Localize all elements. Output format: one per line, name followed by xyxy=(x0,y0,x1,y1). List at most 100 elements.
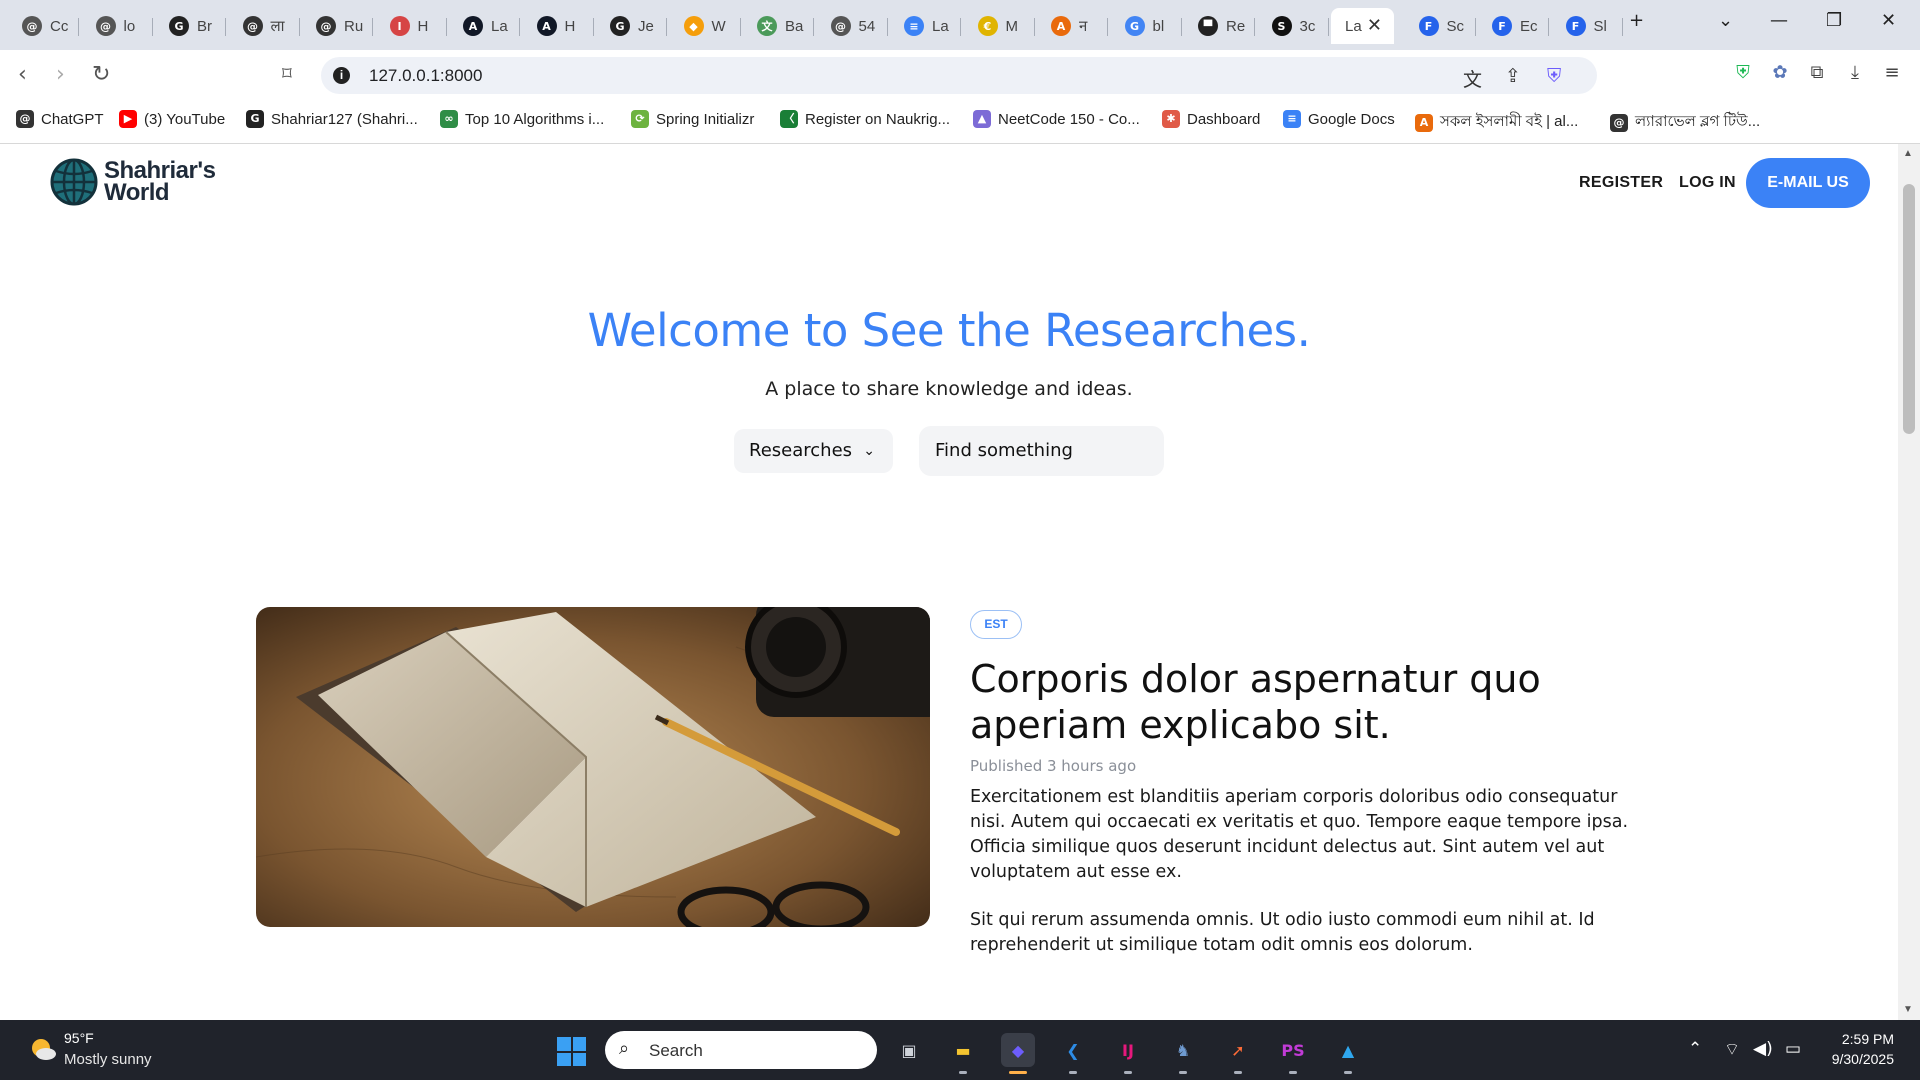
file-explorer-icon[interactable]: ▬ xyxy=(946,1033,980,1067)
browser-tab[interactable]: G Br xyxy=(155,8,226,44)
youtube-icon: ▶ xyxy=(119,110,137,128)
site-logo[interactable]: Shahriar's World xyxy=(50,158,216,206)
bookmark-item[interactable]: G Shahriar127 (Shahri... xyxy=(246,110,418,128)
back-button[interactable]: ‹ xyxy=(18,62,27,87)
browser-tab[interactable]: La ✕ xyxy=(1331,8,1394,44)
shield-extension-icon[interactable]: ⛨ xyxy=(1547,65,1561,87)
tab-separator xyxy=(1548,18,1549,36)
globe-logo-icon xyxy=(50,158,98,206)
printer-icon: ▀ xyxy=(1198,16,1218,36)
bookmark-item[interactable]: @ ল্যারাভেল ব্লগ টিউ... xyxy=(1610,110,1760,135)
extensions-icon[interactable]: ⧉ xyxy=(1806,62,1828,84)
docs-icon: ≡ xyxy=(904,16,924,36)
battery-icon[interactable]: ▭ xyxy=(1785,1039,1801,1059)
bookmark-label: Register on Naukrig... xyxy=(805,110,951,128)
windows-start-icon[interactable] xyxy=(557,1037,586,1066)
browser-tab[interactable]: AH xyxy=(523,8,594,44)
browser-tab[interactable]: @ Cc xyxy=(8,8,79,44)
page-scrollbar[interactable]: ▲ ▼ xyxy=(1898,144,1920,1020)
a-icon: A xyxy=(1051,16,1071,36)
scroll-down-arrow-icon[interactable]: ▼ xyxy=(1903,1004,1913,1015)
email-us-button[interactable]: E-MAIL US xyxy=(1746,158,1870,208)
translate-icon[interactable]: 文 xyxy=(1463,65,1482,92)
tab-separator xyxy=(78,18,79,36)
register-link[interactable]: REGISTER xyxy=(1579,174,1663,192)
sun-cloud-icon[interactable] xyxy=(28,1034,58,1064)
shield-browser-icon[interactable]: ◆ xyxy=(1001,1033,1035,1067)
show-hidden-icons-chevron-icon[interactable]: ⌃ xyxy=(1688,1039,1702,1059)
tab-separator xyxy=(1107,18,1108,36)
adblock-extension-icon[interactable]: ⛨ xyxy=(1732,62,1754,84)
running-indicator xyxy=(1124,1071,1132,1074)
browser-tab[interactable]: @ lo xyxy=(82,8,153,44)
scrollbar-thumb[interactable] xyxy=(1903,184,1915,434)
post-title[interactable]: Corporis dolor aspernatur quo aperiam ex… xyxy=(970,656,1590,748)
browser-tab[interactable]: @ ला xyxy=(229,8,300,44)
phpstorm-icon[interactable]: PS xyxy=(1276,1033,1310,1067)
browser-tab[interactable]: F Ec xyxy=(1478,8,1549,44)
login-link[interactable]: LOG IN xyxy=(1679,174,1736,192)
restore-button[interactable]: ❐ xyxy=(1826,10,1842,31)
menu-icon[interactable]: ≡ xyxy=(1881,62,1903,84)
browser-tab[interactable]: ≡ La xyxy=(890,8,961,44)
system-clock[interactable]: 2:59 PM 9/30/2025 xyxy=(1832,1029,1894,1069)
openai-icon: @ xyxy=(95,16,116,36)
reload-button[interactable]: ↻ xyxy=(92,62,110,87)
settings-extension-icon[interactable]: ✿ xyxy=(1769,62,1791,84)
browser-tab[interactable]: S 3c xyxy=(1258,8,1329,44)
task-view-icon[interactable]: ▣ xyxy=(892,1033,926,1067)
address-bar[interactable]: i 127.0.0.1:8000 文 ⇪ ⛨ xyxy=(321,57,1597,94)
browser-tab[interactable]: ◆ W xyxy=(670,8,741,44)
browser-tab[interactable]: 文 Ba xyxy=(743,8,814,44)
new-tab-button[interactable]: + xyxy=(1629,10,1644,31)
postman-icon[interactable]: ➚ xyxy=(1221,1033,1255,1067)
bookmark-item[interactable]: 〈 Register on Naukrig... xyxy=(780,110,950,128)
vscode-icon[interactable]: ❮ xyxy=(1056,1033,1090,1067)
url-text: 127.0.0.1:8000 xyxy=(369,66,483,85)
bookmark-item[interactable]: ▶ (3) YouTube xyxy=(119,110,225,128)
browser-tab[interactable]: Gbl xyxy=(1111,8,1182,44)
browser-tab[interactable]: @54 xyxy=(817,8,888,44)
openai-icon: @ xyxy=(22,16,42,36)
post-image[interactable] xyxy=(256,607,930,927)
bookmark-item[interactable]: ∞ Top 10 Algorithms i... xyxy=(440,110,604,128)
photos-icon[interactable]: ▲ xyxy=(1331,1033,1365,1067)
scroll-up-arrow-icon[interactable]: ▲ xyxy=(1903,148,1913,159)
wifi-icon[interactable]: ⌔ xyxy=(1724,1039,1740,1060)
tab-separator xyxy=(960,18,961,36)
close-tab-icon[interactable]: ✕ xyxy=(1367,15,1382,36)
browser-tab[interactable]: @ Ru xyxy=(302,8,373,44)
browser-tab[interactable]: F Sc xyxy=(1405,8,1476,44)
bookmark-item[interactable]: A সকল ইসলামী বই | al... xyxy=(1415,110,1578,135)
category-select[interactable]: Researches ⌄ xyxy=(734,429,893,473)
intellij-icon[interactable]: IJ xyxy=(1111,1033,1145,1067)
postgres-icon[interactable]: ♞ xyxy=(1166,1033,1200,1067)
taskbar-search[interactable]: ⌕ Search xyxy=(605,1031,877,1069)
bookmark-item[interactable]: @ ChatGPT xyxy=(16,110,104,128)
browser-tab[interactable]: G Je xyxy=(596,8,667,44)
atcoder-icon: A xyxy=(463,16,483,36)
bookmark-item[interactable]: ⟳ Spring Initializr xyxy=(631,110,754,128)
browser-tab[interactable]: € M xyxy=(964,8,1035,44)
weather-description[interactable]: Mostly sunny xyxy=(64,1051,152,1068)
volume-icon[interactable]: ◀) xyxy=(1753,1039,1773,1059)
category-badge[interactable]: EST xyxy=(970,610,1022,639)
close-window-button[interactable]: ✕ xyxy=(1881,10,1896,31)
bookmark-item[interactable]: ▲ NeetCode 150 - Co... xyxy=(973,110,1140,128)
browser-tab[interactable]: Aन xyxy=(1037,8,1108,44)
browser-tab[interactable]: ▀ Re xyxy=(1184,8,1255,44)
forward-button[interactable]: › xyxy=(56,62,65,87)
search-input[interactable]: Find something xyxy=(919,426,1164,476)
browser-tab[interactable]: IH xyxy=(376,8,447,44)
browser-tab[interactable]: F Sl xyxy=(1552,8,1623,44)
site-info-icon[interactable]: i xyxy=(333,67,350,84)
browser-tab[interactable]: A La xyxy=(449,8,520,44)
weather-temperature[interactable]: 95°F xyxy=(64,1030,94,1046)
bookmark-item[interactable]: ≡ Google Docs xyxy=(1283,110,1395,128)
share-icon[interactable]: ⇪ xyxy=(1505,65,1521,87)
download-icon[interactable]: ⤓ xyxy=(1844,62,1866,84)
tab-search-chevron-icon[interactable]: ⌄ xyxy=(1718,10,1733,31)
minimize-button[interactable]: — xyxy=(1770,10,1788,31)
bookmark-icon[interactable]: ⌑ xyxy=(282,63,292,85)
bookmark-item[interactable]: ✱ Dashboard xyxy=(1162,110,1260,128)
